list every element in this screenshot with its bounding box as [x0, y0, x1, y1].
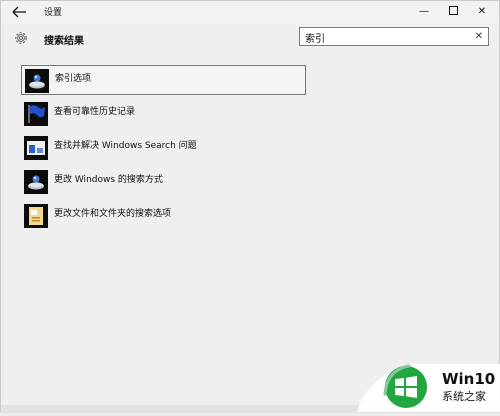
- result-label: 查找并解决 Windows Search 问题: [54, 141, 197, 151]
- search-box[interactable]: ✕: [299, 27, 489, 46]
- indexing-options-icon: [25, 69, 49, 93]
- minimize-icon: —: [419, 6, 429, 17]
- clear-search-icon[interactable]: ✕: [475, 30, 483, 44]
- troubleshoot-icon: [24, 136, 48, 160]
- result-label: 更改 Windows 的搜索方式: [54, 175, 163, 185]
- gear-icon: [13, 30, 29, 46]
- result-change-search-method[interactable]: 更改 Windows 的搜索方式: [21, 167, 306, 197]
- page-title: 搜索结果: [44, 36, 84, 47]
- minimize-button[interactable]: —: [411, 4, 437, 20]
- search-input[interactable]: [305, 30, 465, 44]
- app-title: 设置: [44, 8, 63, 18]
- close-icon: ✕: [477, 6, 487, 17]
- result-reliability-history[interactable]: 查看可靠性历史记录: [21, 99, 306, 129]
- close-button[interactable]: ✕: [469, 4, 495, 20]
- reliability-flag-icon: [24, 102, 48, 126]
- back-arrow-icon: [12, 6, 26, 18]
- result-label: 查看可靠性历史记录: [54, 107, 136, 117]
- result-troubleshoot-search[interactable]: 查找并解决 Windows Search 问题: [21, 133, 306, 163]
- title-bar: 设置 — ✕: [1, 1, 499, 23]
- result-indexing-options[interactable]: 索引选项: [21, 65, 306, 95]
- watermark-brand: Win10: [442, 370, 496, 388]
- watermark-subtitle: 系统之家: [442, 390, 486, 403]
- result-label: 索引选项: [55, 74, 92, 84]
- settings-window: 设置 — ✕ 搜索结果 ✕: [0, 0, 500, 413]
- maximize-icon: [448, 5, 458, 15]
- indexing-options-icon: [24, 170, 48, 194]
- maximize-button[interactable]: [440, 4, 466, 20]
- folder-options-icon: [24, 204, 48, 228]
- result-folder-search-options[interactable]: 更改文件和文件夹的搜索选项: [21, 201, 306, 231]
- back-button[interactable]: [9, 4, 31, 20]
- result-label: 更改文件和文件夹的搜索选项: [54, 209, 172, 219]
